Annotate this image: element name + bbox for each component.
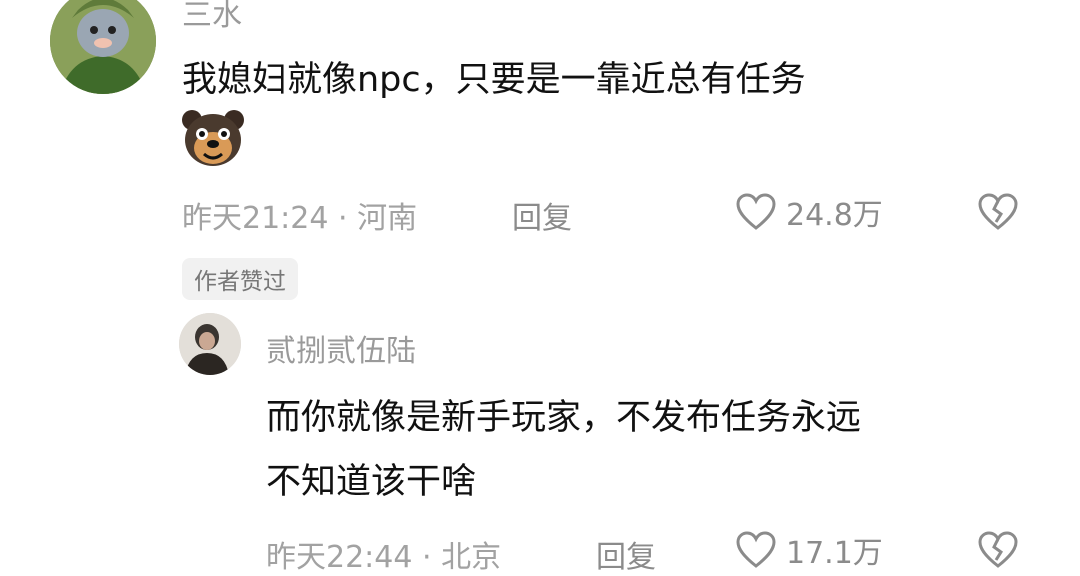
like-button[interactable]: 24.8万	[734, 190, 883, 234]
reply-button[interactable]: 回复	[512, 193, 572, 237]
avatar-image	[179, 313, 241, 375]
comment-text-line-1: 而你就像是新手玩家，不发布任务永远	[266, 398, 862, 438]
comment-text-line-2: 不知道该干啥	[266, 462, 477, 502]
reply-button[interactable]: 回复	[596, 532, 656, 576]
heart-icon	[734, 530, 778, 570]
like-button[interactable]: 17.1万	[734, 528, 883, 572]
author-liked-badge: 作者赞过	[182, 258, 298, 300]
dog-face-emoji	[180, 106, 246, 168]
like-count: 24.8万	[786, 198, 883, 233]
comment-username[interactable]: 三水	[182, 0, 242, 34]
like-count: 17.1万	[786, 536, 883, 571]
dislike-button[interactable]	[976, 530, 1020, 570]
dislike-button[interactable]	[976, 192, 1020, 232]
comment-time-location: 昨天21:24 · 河南	[182, 201, 418, 236]
avatar[interactable]	[50, 0, 156, 94]
avatar-image	[50, 0, 156, 94]
comment-username[interactable]: 贰捌贰伍陆	[266, 326, 416, 370]
comment-time-location: 昨天22:44 · 北京	[266, 540, 502, 575]
broken-heart-icon	[978, 531, 1018, 568]
comment-text: 我媳妇就像npc，只要是一靠近总有任务	[182, 60, 806, 100]
heart-icon	[734, 192, 778, 232]
broken-heart-icon	[978, 193, 1018, 230]
avatar[interactable]	[179, 313, 241, 375]
